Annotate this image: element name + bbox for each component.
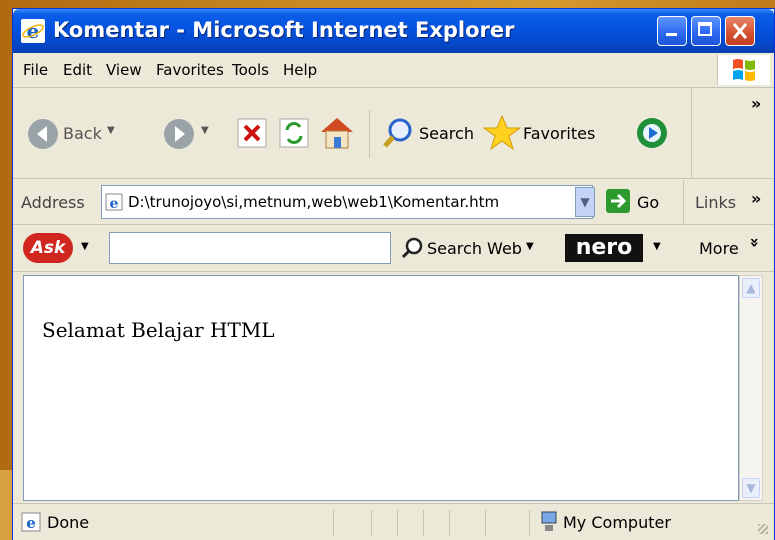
page-body-text: Selamat Belajar HTML	[42, 318, 275, 342]
vertical-scrollbar[interactable]: ▲ ▼	[739, 275, 763, 501]
more-chevron[interactable]: »	[746, 237, 765, 247]
nero-dropdown-arrow-icon[interactable]: ▼	[653, 241, 661, 252]
close-icon	[732, 23, 748, 39]
status-separator	[397, 510, 398, 536]
svg-text:e: e	[110, 196, 119, 211]
ask-toolbar: Ask ▼ Search Web ▼ nero ▼ More »	[13, 225, 774, 272]
menu-file[interactable]: File	[23, 61, 48, 79]
page-content: Selamat Belajar HTML	[23, 275, 739, 501]
more-button-label[interactable]: More	[699, 239, 739, 258]
status-separator	[449, 510, 450, 536]
scroll-down-arrow-icon[interactable]: ▼	[742, 478, 760, 498]
links-label[interactable]: Links	[695, 193, 736, 212]
maximize-button[interactable]	[691, 16, 721, 46]
toolbar-separator	[369, 110, 370, 158]
address-bar: Address e D:\trunojoyo\si,metnum,web\web…	[13, 180, 774, 225]
address-value: D:\trunojoyo\si,metnum,web\web1\Komentar…	[128, 193, 500, 211]
status-separator	[333, 510, 334, 536]
address-input[interactable]: e D:\trunojoyo\si,metnum,web\web1\Koment…	[101, 185, 593, 219]
ask-search-input[interactable]	[109, 232, 391, 264]
windows-flag-icon	[733, 59, 755, 81]
scroll-up-arrow-icon[interactable]: ▲	[742, 278, 760, 298]
go-arrow-icon[interactable]	[605, 188, 631, 214]
search-button-label[interactable]: Search	[419, 124, 474, 143]
close-button[interactable]	[725, 16, 755, 46]
back-button-label[interactable]: Back	[63, 124, 102, 143]
status-separator	[529, 510, 530, 536]
menu-view[interactable]: View	[106, 61, 142, 79]
toolbar-separator	[683, 180, 684, 224]
favorites-icon[interactable]	[483, 114, 521, 152]
search-web-icon[interactable]	[401, 237, 423, 259]
status-separator	[371, 510, 372, 536]
status-text: Done	[47, 513, 90, 532]
toolbar-more-chevron[interactable]: »	[751, 94, 761, 113]
search-icon[interactable]	[381, 116, 415, 150]
menu-favorites[interactable]: Favorites	[156, 61, 224, 79]
address-dropdown-icon[interactable]: ▼	[575, 187, 595, 217]
status-separator	[423, 510, 424, 536]
title-bar[interactable]: e Komentar - Microsoft Internet Explorer	[13, 9, 774, 53]
minimize-icon	[666, 33, 677, 36]
search-web-dropdown-arrow-icon[interactable]: ▼	[526, 241, 534, 252]
security-zone-text: My Computer	[563, 513, 671, 532]
menu-tools[interactable]: Tools	[232, 61, 269, 79]
maximize-icon	[698, 22, 712, 36]
forward-icon[interactable]	[163, 118, 195, 150]
menu-bar: File Edit View Favorites Tools Help	[13, 53, 774, 88]
ie-window: e Komentar - Microsoft Internet Explorer…	[12, 8, 775, 540]
links-chevron[interactable]: »	[751, 189, 761, 208]
back-icon[interactable]	[27, 118, 59, 150]
media-icon[interactable]	[633, 114, 671, 152]
svg-text:e: e	[26, 514, 36, 532]
stop-icon[interactable]	[235, 116, 269, 150]
ask-dropdown-arrow-icon[interactable]: ▼	[81, 241, 89, 252]
forward-dropdown-arrow-icon[interactable]: ▼	[201, 125, 209, 136]
ie-logo-icon[interactable]: e	[21, 19, 45, 43]
status-page-icon: e	[21, 512, 41, 532]
nero-logo[interactable]: nero	[565, 234, 643, 262]
status-separator	[485, 510, 486, 536]
standard-toolbar: Back ▼ ▼ Search Favorites »	[13, 88, 774, 179]
toolbar-separator	[691, 88, 692, 178]
go-button-label[interactable]: Go	[637, 193, 659, 212]
search-web-button[interactable]: Search Web	[427, 239, 522, 258]
back-dropdown-arrow-icon[interactable]: ▼	[107, 125, 115, 136]
status-bar: e Done My Computer	[13, 503, 774, 540]
home-icon[interactable]	[317, 114, 357, 152]
menu-edit[interactable]: Edit	[63, 61, 92, 79]
address-label: Address	[21, 193, 85, 212]
page-icon: e	[105, 193, 123, 211]
resize-grip-icon[interactable]	[758, 524, 768, 534]
my-computer-icon	[541, 511, 557, 531]
ask-logo[interactable]: Ask	[23, 233, 73, 263]
menu-help[interactable]: Help	[283, 61, 317, 79]
windows-logo	[717, 55, 770, 85]
minimize-button[interactable]	[657, 16, 687, 46]
svg-text:e: e	[27, 19, 40, 43]
favorites-button-label[interactable]: Favorites	[523, 124, 595, 143]
window-title: Komentar - Microsoft Internet Explorer	[53, 18, 515, 42]
refresh-icon[interactable]	[277, 116, 311, 150]
